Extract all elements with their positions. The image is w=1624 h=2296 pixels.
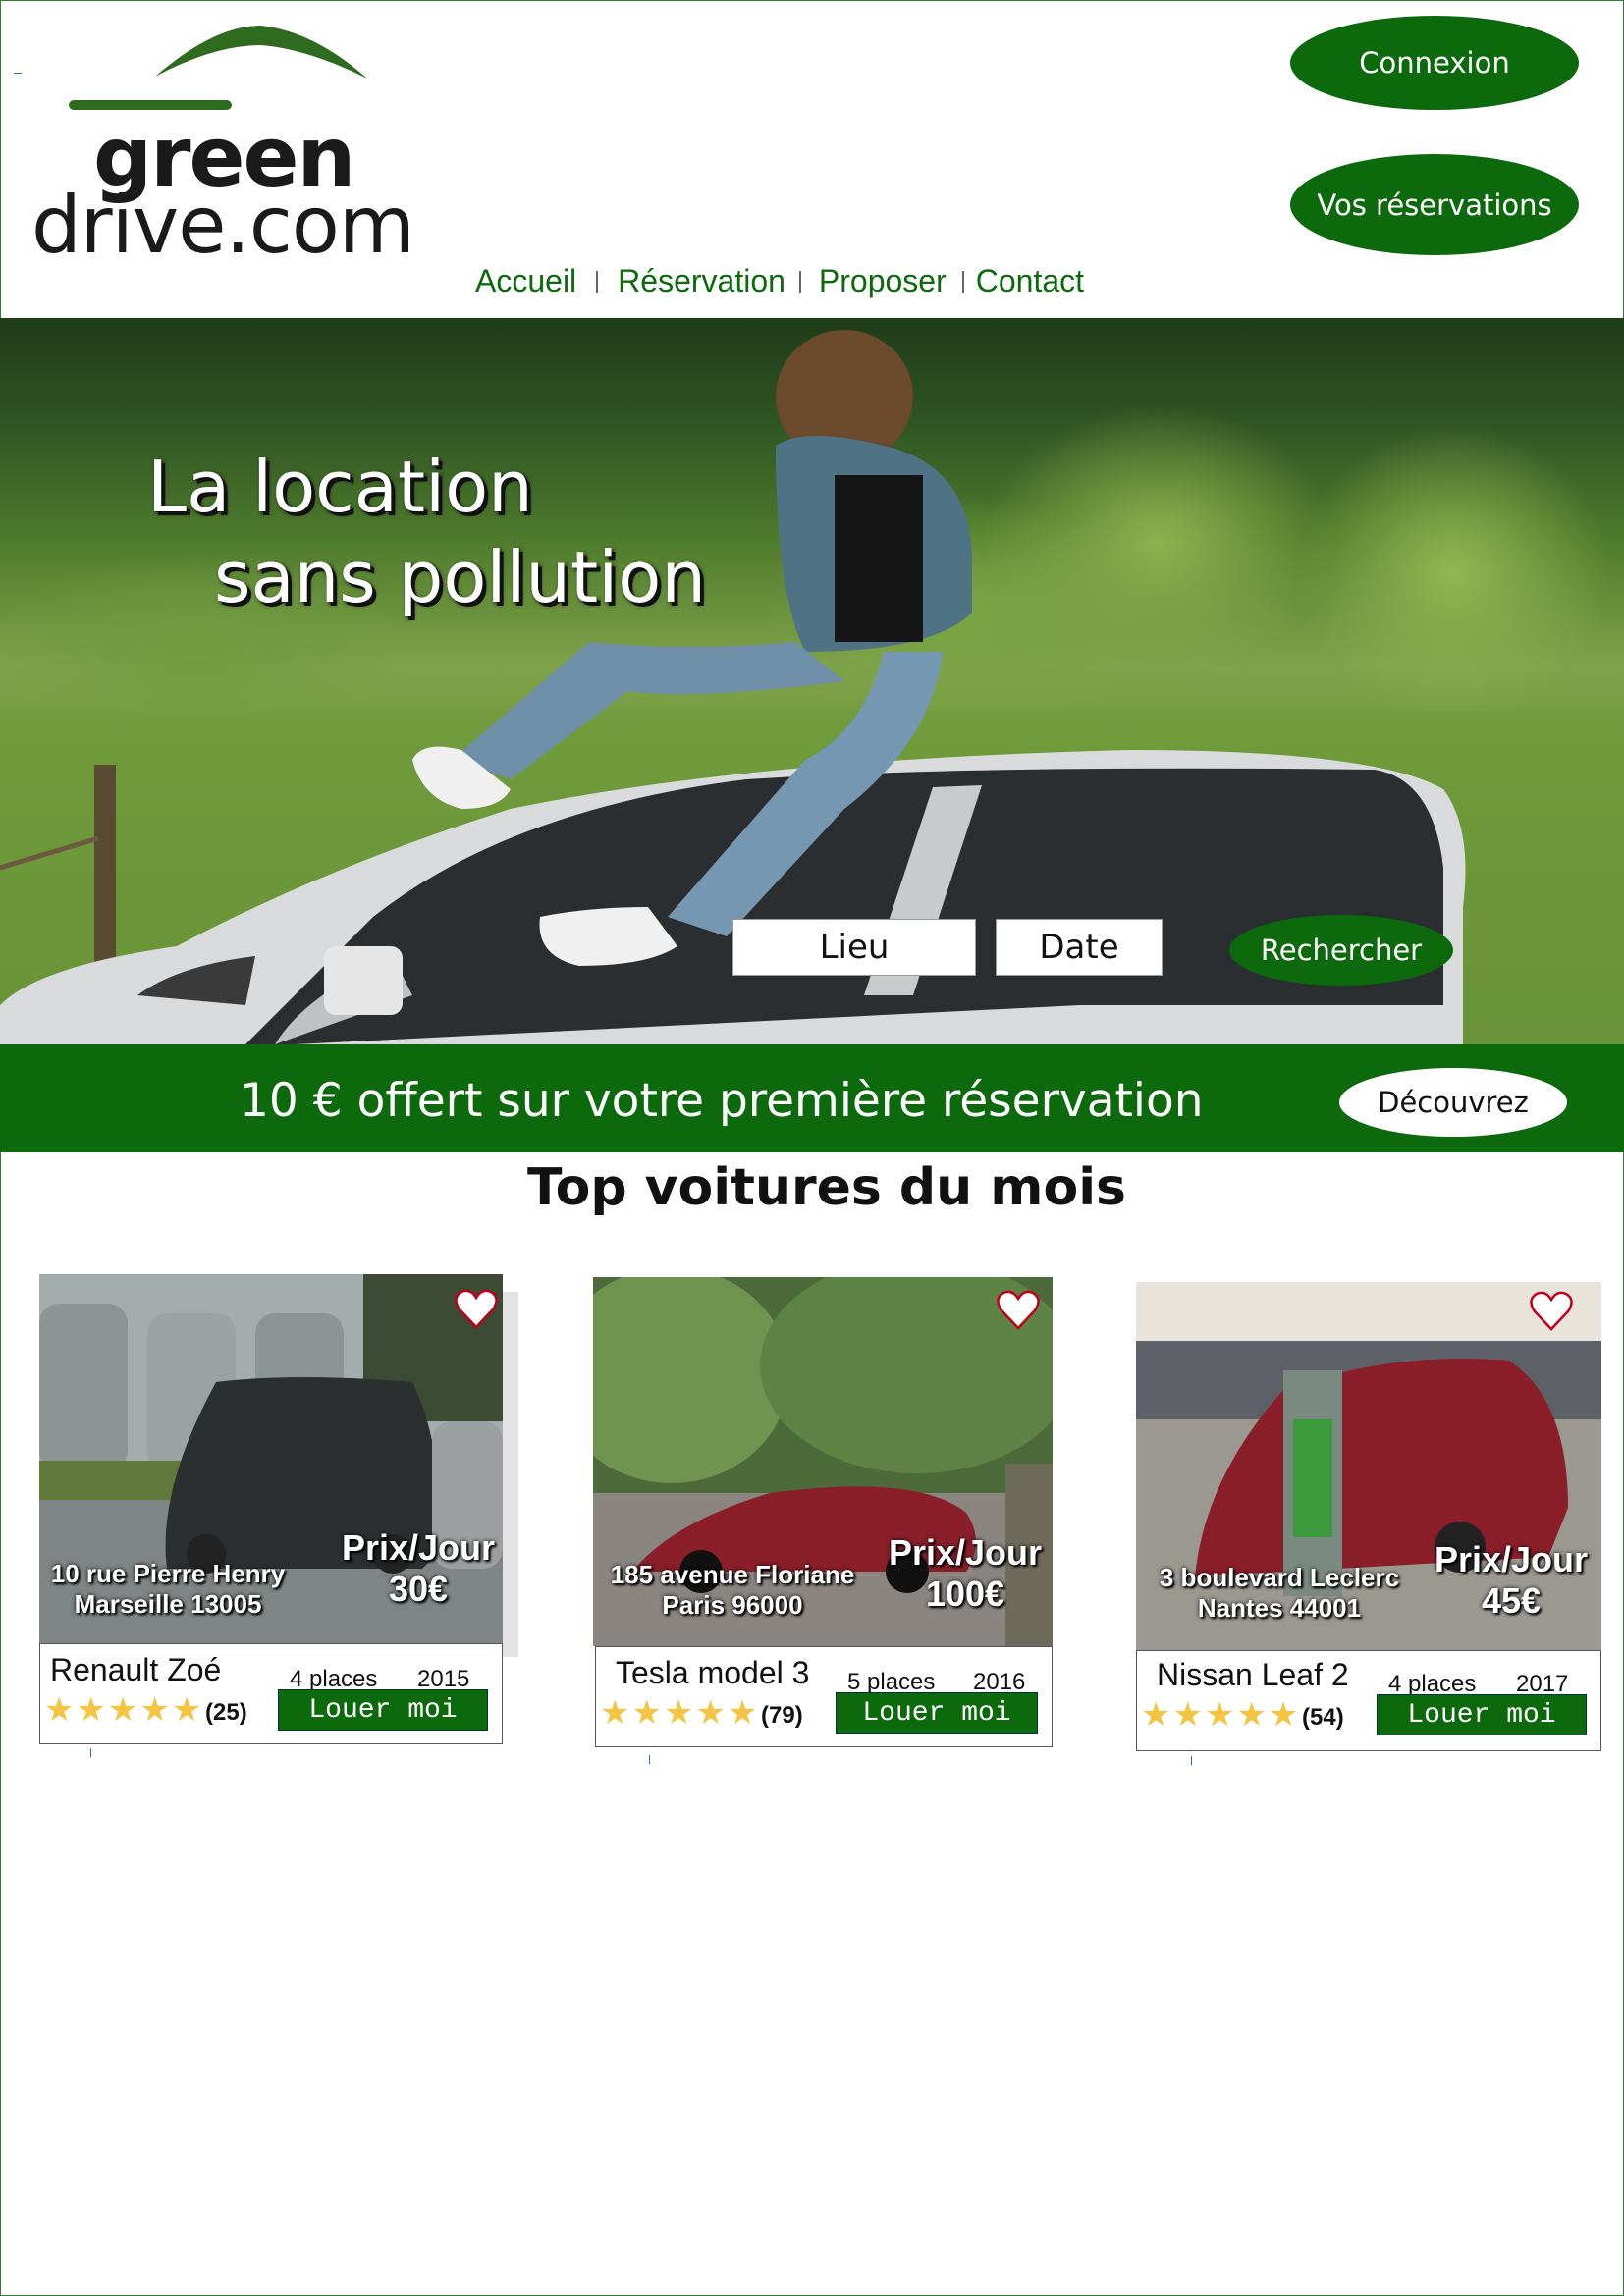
logo-roof-icon: [69, 26, 367, 110]
price-value: 45€: [1481, 1580, 1542, 1621]
car-address: 185 avenue Floriane Paris 96000: [593, 1560, 872, 1621]
card-shadow: [501, 1292, 518, 1657]
nav-separator: [961, 270, 964, 293]
car-address: 10 rue Pierre Henry Marseille 13005: [39, 1559, 297, 1620]
rating-stars: ★★★★★: [600, 1694, 760, 1732]
car-address: 3 boulevard Leclerc Nantes 44001: [1136, 1563, 1423, 1624]
logo-text-domain[interactable]: drive.com: [31, 187, 415, 265]
address-line1: 10 rue Pierre Henry: [50, 1559, 286, 1588]
promo-text: 10 € offert sur votre première réservati…: [240, 1074, 1204, 1128]
main-nav: Accueil Réservation Proposer Contact: [475, 263, 1084, 299]
car-name: Nissan Leaf 2: [1157, 1657, 1349, 1692]
nav-link-contact[interactable]: Contact: [976, 263, 1084, 299]
review-count: (25): [205, 1699, 247, 1726]
address-line2: Paris 96000: [662, 1590, 803, 1620]
address-line2: Marseille 13005: [74, 1589, 262, 1619]
rent-button[interactable]: Louer moi: [1377, 1694, 1587, 1735]
price-value: 30€: [388, 1569, 449, 1609]
price-block: Prix/Jour 45€: [1421, 1539, 1601, 1622]
review-count: (79): [761, 1702, 803, 1729]
stray-mark: [649, 1755, 650, 1764]
discover-button[interactable]: Découvrez: [1339, 1068, 1567, 1137]
car-info-nissan: Nissan Leaf 2 4 places 2017 ★★★★★ (54) L…: [1136, 1650, 1601, 1751]
car-name: Renault Zoé: [50, 1652, 222, 1687]
location-input[interactable]: Lieu: [732, 919, 976, 976]
stray-mark: [1191, 1756, 1192, 1765]
car-photo-nissan[interactable]: 3 boulevard Leclerc Nantes 44001 Prix/Jo…: [1136, 1282, 1601, 1651]
price-value: 100€: [925, 1574, 1005, 1614]
search-button[interactable]: Rechercher: [1229, 915, 1453, 986]
car-name: Tesla model 3: [616, 1655, 810, 1690]
nav-link-proposer[interactable]: Proposer: [819, 263, 947, 299]
login-button[interactable]: Connexion: [1290, 16, 1579, 110]
nav-link-reservation[interactable]: Réservation: [618, 263, 785, 299]
price-label: Prix/Jour: [341, 1527, 496, 1568]
review-count: (54): [1302, 1704, 1344, 1731]
address-line2: Nantes 44001: [1197, 1593, 1362, 1623]
stray-mark: [90, 1748, 91, 1757]
hero-title-line2: sans pollution: [214, 536, 706, 618]
address-line1: 185 avenue Floriane: [610, 1560, 855, 1589]
car-info-renault: Renault Zoé 4 places 2015 ★★★★★ (25) Lou…: [39, 1643, 503, 1744]
car-photo-tesla[interactable]: 185 avenue Floriane Paris 96000 Prix/Jou…: [593, 1277, 1053, 1646]
date-input[interactable]: Date: [996, 919, 1163, 976]
nav-separator: [798, 270, 801, 293]
price-label: Prix/Jour: [1434, 1539, 1589, 1579]
rating-stars: ★★★★★: [44, 1691, 204, 1729]
my-reservations-button[interactable]: Vos réservations: [1290, 154, 1579, 255]
car-info-tesla: Tesla model 3 5 places 2016 ★★★★★ (79) L…: [595, 1646, 1053, 1747]
nav-link-accueil[interactable]: Accueil: [475, 263, 576, 299]
rent-button[interactable]: Louer moi: [836, 1692, 1038, 1734]
rating-stars: ★★★★★: [1141, 1696, 1301, 1734]
price-label: Prix/Jour: [888, 1532, 1043, 1573]
hero-banner: La location sans pollution Lieu Date Rec…: [0, 318, 1624, 1044]
price-block: Prix/Jour 100€: [878, 1532, 1053, 1615]
hero-title-line1: La location: [147, 446, 533, 528]
favorite-heart-icon[interactable]: [996, 1287, 1041, 1332]
section-title: Top voitures du mois: [527, 1158, 1126, 1217]
rent-button[interactable]: Louer moi: [278, 1689, 488, 1731]
favorite-heart-icon[interactable]: [454, 1286, 499, 1331]
nav-separator: [596, 270, 599, 293]
car-photo-renault[interactable]: 10 rue Pierre Henry Marseille 13005 Prix…: [39, 1274, 503, 1643]
price-block: Prix/Jour 30€: [334, 1527, 503, 1610]
address-line1: 3 boulevard Leclerc: [1159, 1563, 1400, 1592]
favorite-heart-icon[interactable]: [1529, 1288, 1574, 1333]
stray-mark: [14, 73, 22, 74]
